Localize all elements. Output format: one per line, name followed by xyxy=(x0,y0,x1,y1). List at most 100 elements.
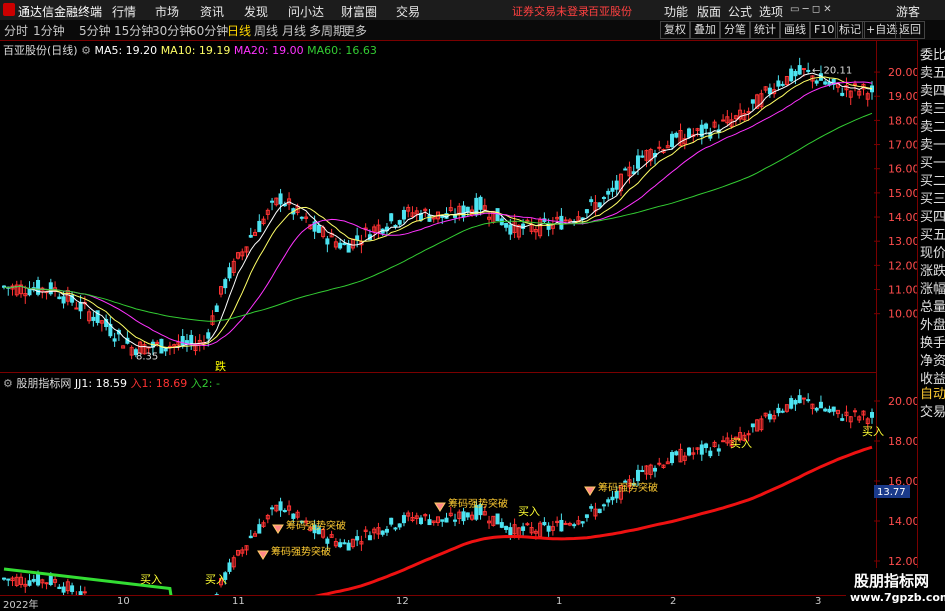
candle-body xyxy=(560,216,563,229)
indicator-sub-chart[interactable]: ⚙ 股朋指标网 JJ1: 18.59 入1: 18.69 入2: - 20.00… xyxy=(0,373,877,595)
stock-name-menu[interactable]: 百亚股份 xyxy=(588,3,632,19)
sub-candle-body xyxy=(611,497,614,499)
period-tab-day[interactable]: 日线 xyxy=(227,22,251,39)
sub-candle-body xyxy=(688,448,691,455)
menu-item-news[interactable]: 资讯 xyxy=(200,3,224,20)
candle-body xyxy=(781,84,784,85)
candle-body xyxy=(279,194,282,204)
candle-body xyxy=(751,100,754,103)
sub-candle-body xyxy=(522,527,525,531)
candle-body xyxy=(794,71,797,75)
sub-chart-svg: 20.0018.0016.0014.0012.0014:5614:5614:56… xyxy=(0,373,917,595)
menu-item-formula[interactable]: 公式 xyxy=(728,3,752,20)
sub-candle-body xyxy=(807,400,810,401)
candle-body xyxy=(777,81,780,86)
menu-item-xiaoda[interactable]: 问小达 xyxy=(288,3,324,20)
candle-body xyxy=(75,308,78,309)
breakout-diamond-icon xyxy=(258,551,268,559)
period-tab-month[interactable]: 月线 xyxy=(282,22,306,39)
menu-item-discover[interactable]: 发现 xyxy=(244,3,268,20)
draw-line-button[interactable]: 画线 xyxy=(780,21,810,39)
candle-body xyxy=(454,216,457,217)
sub-candle-body xyxy=(339,543,342,547)
guest-label[interactable]: 游客 xyxy=(896,3,920,20)
period-tab-5min[interactable]: 5分钟 xyxy=(79,22,111,39)
candle-body xyxy=(688,129,691,137)
mark-button[interactable]: 标记 xyxy=(835,21,865,39)
candle-body xyxy=(300,217,303,218)
menu-item-exchange[interactable]: 市场 xyxy=(155,3,179,20)
candle-body xyxy=(853,84,856,85)
y-axis-tick-label: 11.00 xyxy=(888,284,917,297)
period-tab-15min[interactable]: 15分钟 xyxy=(114,22,153,39)
app-logo-icon xyxy=(3,3,15,16)
sub-candle-body xyxy=(71,586,74,592)
quote-panel-label: 卖一 xyxy=(920,134,945,153)
sub-candle-body xyxy=(49,575,52,584)
menu-item-function[interactable]: 功能 xyxy=(664,3,688,20)
sub-candle-body xyxy=(45,583,48,584)
sub-candle-body xyxy=(573,525,576,526)
y-axis-tick-label: 12.00 xyxy=(888,259,917,272)
period-tab-60min[interactable]: 60分钟 xyxy=(189,22,228,39)
xaxis-tick: 11 xyxy=(232,596,245,607)
sub-candle-body xyxy=(509,528,512,535)
candlestick-main-chart[interactable]: 百亚股份(日线) ⚙ MA5: 19.20 MA10: 19.19 MA20: … xyxy=(0,40,877,373)
menu-item-layout[interactable]: 版面 xyxy=(697,3,721,20)
sub-candle-body xyxy=(83,592,86,593)
sub-candle-body xyxy=(828,409,831,412)
high-price-label: ← 20.11 xyxy=(812,65,852,76)
candle-body xyxy=(164,349,167,351)
sub-candle-body xyxy=(249,536,252,537)
sub-candle-body xyxy=(790,399,793,409)
period-tab-1min[interactable]: 1分钟 xyxy=(33,22,65,39)
period-tab-more[interactable]: 更多 xyxy=(343,22,367,39)
candle-body xyxy=(62,297,65,303)
period-tab-intraday[interactable]: 分时 xyxy=(4,22,28,39)
period-tab-multi[interactable]: 多周期 xyxy=(309,22,345,39)
menu-item-fortune[interactable]: 财富圈 xyxy=(341,3,377,20)
quote-panel-label: 现价 xyxy=(920,242,945,261)
period-tab-week[interactable]: 周线 xyxy=(254,22,278,39)
menu-item-market[interactable]: 行情 xyxy=(112,3,136,20)
candle-body xyxy=(509,225,512,234)
login-status[interactable]: 证券交易未登录 xyxy=(512,3,589,19)
watermark-url: www.7gpzb.com xyxy=(850,591,945,604)
trade-panel-label[interactable]: 自动 xyxy=(920,383,945,402)
quote-panel-label: 总量 xyxy=(920,296,945,315)
overlay-button[interactable]: 叠加 xyxy=(690,21,720,39)
current-price-tag: 13.77 xyxy=(877,487,906,498)
quote-panel-label: 涨跌 xyxy=(920,260,945,279)
candle-body xyxy=(564,220,567,221)
candle-body xyxy=(58,297,61,298)
candle-body xyxy=(505,224,508,228)
sub-candle-body xyxy=(853,411,856,412)
restore-rights-button[interactable]: 复权 xyxy=(660,21,690,39)
sub-candle-body xyxy=(641,471,644,472)
tick-button[interactable]: 分笔 xyxy=(720,21,750,39)
quote-panel-label: 外盘 xyxy=(920,314,945,333)
sub-candle-body xyxy=(832,407,835,411)
candle-body xyxy=(798,66,801,74)
candle-body xyxy=(356,236,359,240)
period-tab-30min[interactable]: 30分钟 xyxy=(152,22,191,39)
breakout-signal-label: 筹码强势突破 xyxy=(448,497,508,510)
watermark-name: 股朋指标网 xyxy=(854,570,929,591)
candle-body xyxy=(607,191,610,194)
sub-candle-body xyxy=(368,536,371,540)
menu-item-trade[interactable]: 交易 xyxy=(396,3,420,20)
y-axis-tick-label: 19.00 xyxy=(888,90,917,103)
low-price-label: 8.35 xyxy=(136,352,158,363)
quote-panel-label: 买四 xyxy=(920,206,945,225)
breakout-signal-label: 筹码强势突破 xyxy=(598,481,658,494)
trade-panel-label[interactable]: 交易 xyxy=(920,401,945,420)
sub-candle-body xyxy=(560,520,563,530)
window-controls[interactable]: ▭ ─ ◻ ✕ xyxy=(790,4,832,15)
sub-candle-body xyxy=(709,451,712,455)
candle-body xyxy=(611,188,614,191)
stats-button[interactable]: 统计 xyxy=(750,21,780,39)
back-button[interactable]: 返回 xyxy=(895,21,925,39)
candle-body xyxy=(215,306,218,312)
sub-y-axis-tick-label: 14.00 xyxy=(888,515,917,528)
menu-item-options[interactable]: 选项 xyxy=(759,3,783,20)
